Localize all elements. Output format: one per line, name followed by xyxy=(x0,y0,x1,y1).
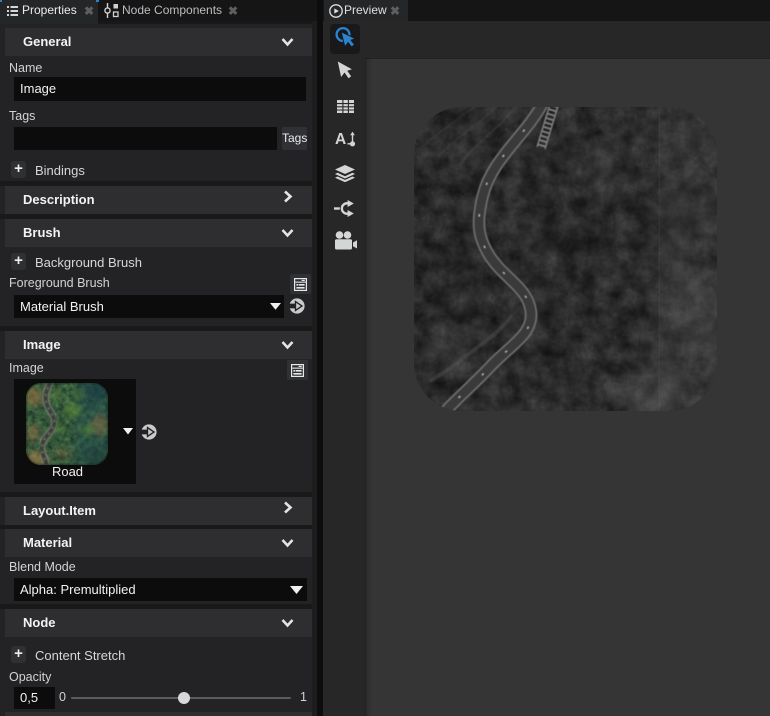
svg-text:A: A xyxy=(335,131,346,148)
